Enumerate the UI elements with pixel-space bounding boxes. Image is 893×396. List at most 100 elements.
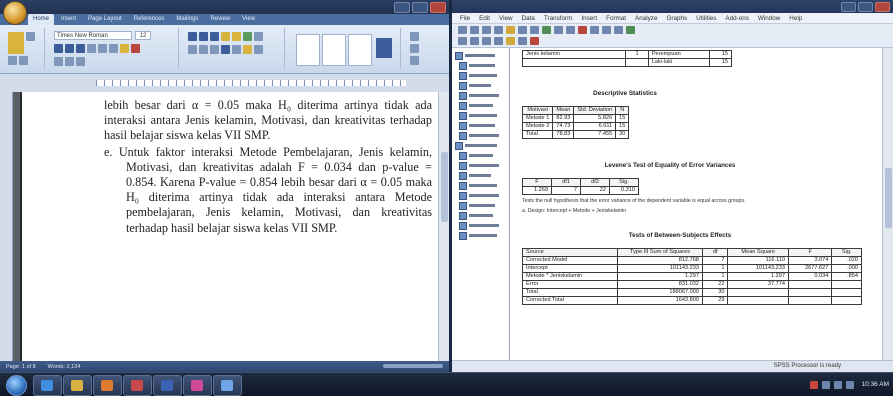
taskbar-app-button[interactable] bbox=[213, 375, 242, 396]
menu-insert[interactable]: Insert bbox=[581, 13, 597, 23]
style-heading-1[interactable] bbox=[348, 34, 372, 66]
menu-file[interactable]: File bbox=[460, 13, 470, 23]
taskbar-explorer-button[interactable] bbox=[63, 375, 92, 396]
align-left-icon[interactable] bbox=[188, 45, 197, 54]
insert-heading-icon[interactable] bbox=[530, 37, 539, 45]
taskbar-ie-button[interactable] bbox=[33, 375, 62, 396]
shading-icon[interactable] bbox=[243, 45, 252, 54]
battery-icon[interactable] bbox=[845, 380, 854, 389]
hide-icon[interactable] bbox=[518, 37, 527, 45]
open-icon[interactable] bbox=[458, 26, 467, 34]
maximize-button[interactable] bbox=[858, 2, 873, 12]
promote-icon[interactable] bbox=[458, 37, 467, 45]
export-icon[interactable] bbox=[494, 26, 503, 34]
line-spacing-icon[interactable] bbox=[232, 45, 241, 54]
levene-table[interactable]: F df1 df2 Sig. 1.269 7 22 0.310 bbox=[522, 178, 639, 195]
demote-icon[interactable] bbox=[470, 37, 479, 45]
select-cases-icon[interactable] bbox=[602, 26, 611, 34]
menu-format[interactable]: Format bbox=[606, 13, 626, 23]
taskbar-spss-button[interactable] bbox=[123, 375, 152, 396]
zoom-slider[interactable] bbox=[383, 364, 443, 368]
style-normal[interactable] bbox=[296, 34, 320, 66]
menu-utilities[interactable]: Utilities bbox=[696, 13, 716, 23]
copy-icon[interactable] bbox=[8, 56, 17, 65]
save-icon[interactable] bbox=[470, 26, 479, 34]
clock[interactable]: 10:36 AM bbox=[862, 381, 889, 388]
output-viewer-pane[interactable]: Jenis kelamin 1 Perempuan 15 Laki-laki 1… bbox=[510, 48, 882, 360]
show-icon[interactable] bbox=[506, 37, 515, 45]
document-text[interactable]: lebih besar dari α = 0.05 maka H₀ diteri… bbox=[104, 98, 432, 236]
expand-icon[interactable] bbox=[482, 37, 491, 45]
undo-icon[interactable] bbox=[518, 26, 527, 34]
goto-case-icon[interactable] bbox=[554, 26, 563, 34]
menu-view[interactable]: View bbox=[499, 13, 513, 23]
menu-edit[interactable]: Edit bbox=[479, 13, 490, 23]
viewer-scrollbar[interactable] bbox=[882, 48, 893, 360]
strikethrough-icon[interactable] bbox=[87, 44, 96, 53]
numbering-icon[interactable] bbox=[199, 32, 208, 41]
print-icon[interactable] bbox=[482, 26, 491, 34]
tab-mailings[interactable]: Mailings bbox=[171, 14, 203, 25]
format-painter-icon[interactable] bbox=[19, 56, 28, 65]
tab-references[interactable]: References bbox=[129, 14, 170, 25]
bullets-icon[interactable] bbox=[188, 32, 197, 41]
italic-icon[interactable] bbox=[65, 44, 74, 53]
start-button-icon[interactable] bbox=[6, 375, 27, 396]
bold-icon[interactable] bbox=[54, 44, 63, 53]
variables-icon[interactable] bbox=[566, 26, 575, 34]
run-icon[interactable] bbox=[578, 26, 587, 34]
redo-icon[interactable] bbox=[530, 26, 539, 34]
descriptives-table[interactable]: Motivasi Mean Std. Deviation N Metode 1 … bbox=[521, 106, 630, 139]
superscript-icon[interactable] bbox=[109, 44, 118, 53]
menu-transform[interactable]: Transform bbox=[544, 13, 572, 23]
recall-dialog-icon[interactable] bbox=[506, 26, 515, 34]
designate-window-icon[interactable] bbox=[626, 26, 635, 34]
shrink-font-icon[interactable] bbox=[65, 57, 74, 66]
minimize-button[interactable] bbox=[841, 2, 856, 12]
collapse-icon[interactable] bbox=[494, 37, 503, 45]
horizontal-ruler[interactable] bbox=[0, 74, 449, 93]
volume-icon[interactable] bbox=[833, 380, 842, 389]
menu-help[interactable]: Help bbox=[789, 13, 802, 23]
paste-icon[interactable] bbox=[8, 32, 24, 54]
between-subjects-factors-table[interactable]: Jenis kelamin 1 Perempuan 15 Laki-laki 1… bbox=[521, 50, 733, 67]
document-page[interactable]: lebih besar dari α = 0.05 maka H₀ diteri… bbox=[20, 92, 440, 361]
align-center-icon[interactable] bbox=[199, 45, 208, 54]
vertical-ruler[interactable] bbox=[0, 92, 13, 361]
menu-add-ons[interactable]: Add-ons bbox=[725, 13, 748, 23]
font-name-select[interactable]: Times New Roman bbox=[54, 31, 132, 40]
change-styles-icon[interactable] bbox=[376, 38, 392, 58]
underline-icon[interactable] bbox=[76, 44, 85, 53]
sort-icon[interactable] bbox=[243, 32, 252, 41]
menu-analyze[interactable]: Analyze bbox=[635, 13, 657, 23]
tab-review[interactable]: Review bbox=[205, 14, 235, 25]
taskbar-word-button[interactable] bbox=[153, 375, 182, 396]
highlight-icon[interactable] bbox=[120, 44, 129, 53]
chart-icon[interactable] bbox=[590, 26, 599, 34]
multilevel-icon[interactable] bbox=[210, 32, 219, 41]
cut-icon[interactable] bbox=[26, 32, 35, 41]
tab-view[interactable]: View bbox=[237, 14, 260, 25]
align-right-icon[interactable] bbox=[210, 45, 219, 54]
goto-data-icon[interactable] bbox=[542, 26, 551, 34]
value-labels-icon[interactable] bbox=[614, 26, 623, 34]
grow-font-icon[interactable] bbox=[54, 57, 63, 66]
menu-data[interactable]: Data bbox=[522, 13, 535, 23]
minimize-button[interactable] bbox=[394, 2, 410, 13]
subscript-icon[interactable] bbox=[98, 44, 107, 53]
maximize-button[interactable] bbox=[412, 2, 428, 13]
justify-icon[interactable] bbox=[221, 45, 230, 54]
network-icon[interactable] bbox=[821, 380, 830, 389]
scrollbar-thumb[interactable] bbox=[885, 168, 892, 228]
between-subjects-effects-table[interactable]: Source Type III Sum of Squares df Mean S… bbox=[521, 248, 862, 305]
menu-graphs[interactable]: Graphs bbox=[666, 13, 687, 23]
increase-indent-icon[interactable] bbox=[232, 32, 241, 41]
office-button-icon[interactable] bbox=[3, 1, 27, 25]
tab-insert[interactable]: Insert bbox=[56, 14, 81, 25]
find-icon[interactable] bbox=[410, 32, 419, 41]
scrollbar-thumb[interactable] bbox=[441, 152, 448, 222]
style-no-spacing[interactable] bbox=[322, 34, 346, 66]
output-outline-pane[interactable] bbox=[452, 48, 510, 360]
close-button[interactable] bbox=[430, 2, 446, 13]
close-button[interactable] bbox=[875, 2, 890, 12]
